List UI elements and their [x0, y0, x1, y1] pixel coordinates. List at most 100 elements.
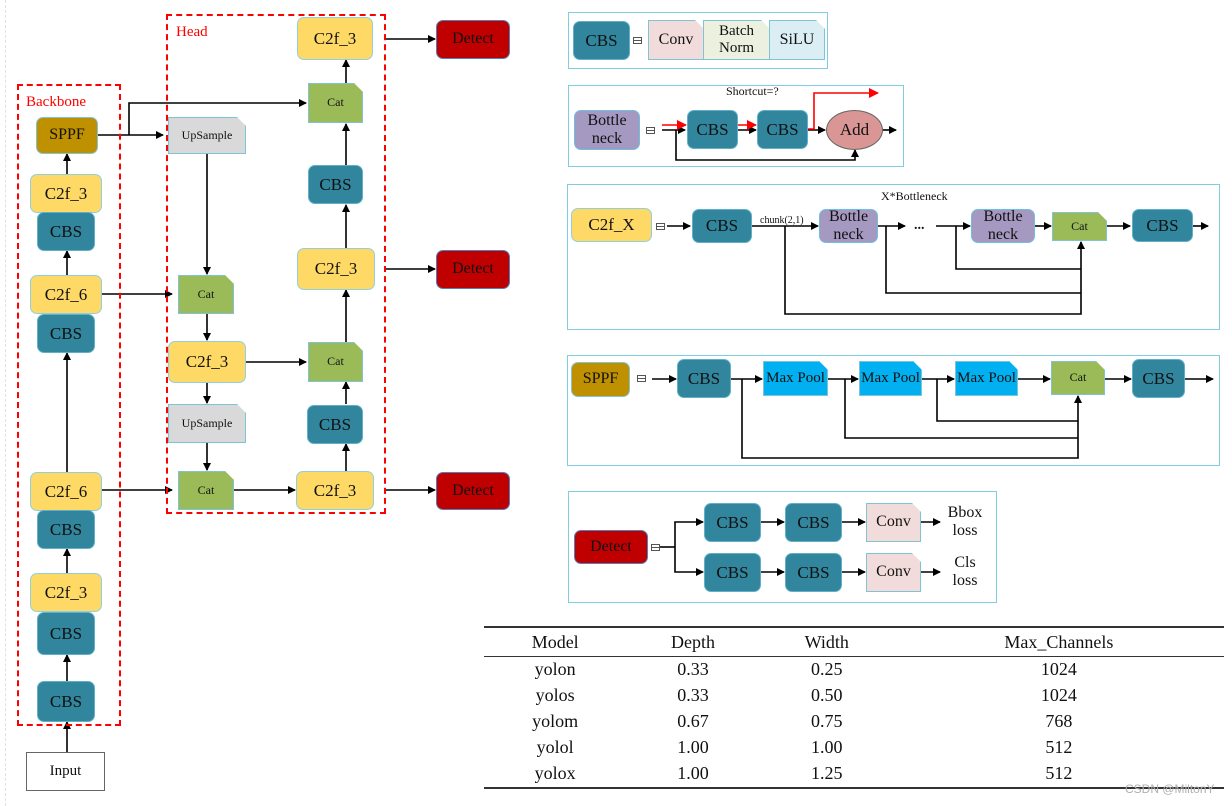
ellipsis: ... [914, 218, 925, 233]
detect-def-cbs-1a[interactable]: CBS [704, 503, 761, 542]
backbone-c2f-3-top[interactable]: C2f_3 [30, 174, 102, 213]
detect-def-name[interactable]: Detect [574, 530, 648, 564]
bottleneck-def-cbs-2[interactable]: CBS [757, 110, 808, 149]
c2f-def-bottleneck-1[interactable]: Bottle neck [819, 208, 878, 243]
cbs-def-batchnorm[interactable]: Batch Norm [703, 20, 770, 60]
head-label: Head [176, 24, 208, 40]
table-row: yolon 0.33 0.25 1024 [484, 657, 1224, 684]
c2f-def-cat[interactable]: Cat [1052, 212, 1107, 241]
cell-depth: 0.33 [677, 659, 709, 679]
head-cat-3[interactable]: Cat [308, 342, 363, 382]
sppf-def-maxpool-3[interactable]: Max Pool [955, 361, 1018, 396]
cbs-def-name[interactable]: CBS [573, 21, 630, 60]
x-bottleneck-caption: X*Bottleneck [881, 189, 948, 203]
table-header-row: Model Depth Width Max_Channels [484, 626, 1224, 657]
cbs-def-conv[interactable]: Conv [648, 20, 704, 60]
sppf-def-cbs-out[interactable]: CBS [1132, 359, 1185, 398]
backbone-cbs[interactable]: CBS [37, 314, 95, 353]
c2f-def-bottleneck-n[interactable]: Bottle neck [971, 208, 1035, 243]
equivalence-icon [637, 375, 646, 382]
head-c2f-3-p4[interactable]: C2f_3 [297, 248, 375, 290]
column-header-max-channels: Max_Channels [893, 626, 1224, 657]
detect-def-cbs-1b[interactable]: CBS [785, 503, 842, 542]
backbone-label: Backbone [26, 94, 86, 110]
backbone-c2f-6-upper[interactable]: C2f_6 [30, 275, 102, 314]
detect-p4[interactable]: Detect [436, 250, 510, 289]
cell-depth: 0.33 [677, 685, 709, 705]
chunk-label: chunk(2,1) [760, 215, 804, 226]
cell-width: 0.75 [810, 711, 843, 731]
cell-width: 1.25 [759, 761, 894, 789]
detect-p5[interactable]: Detect [436, 20, 510, 59]
detect-def-conv-2[interactable]: Conv [866, 553, 921, 592]
head-cbs-down-2[interactable]: CBS [308, 165, 363, 204]
detect-def-conv-1[interactable]: Conv [866, 503, 921, 542]
backbone-sppf[interactable]: SPPF [36, 117, 98, 154]
yolov8-architecture-diagram: Backbone SPPF C2f_3 CBS C2f_6 CBS C2f_6 … [0, 0, 1232, 806]
head-cat-2[interactable]: Cat [178, 471, 234, 510]
cell-model: yolom [532, 711, 579, 731]
cell-model: yolos [535, 685, 575, 705]
cell-depth: 1.00 [677, 737, 709, 757]
sppf-def-maxpool-2[interactable]: Max Pool [859, 361, 922, 396]
head-c2f-3-a[interactable]: C2f_3 [168, 341, 246, 383]
detect-def-cbs-2b[interactable]: CBS [785, 553, 842, 592]
cbs-def-silu[interactable]: SiLU [769, 20, 825, 60]
head-cbs-down-1[interactable]: CBS [307, 405, 363, 444]
backbone-cbs-stem[interactable]: CBS [37, 681, 95, 722]
cell-depth: 0.67 [677, 711, 709, 731]
column-header-width: Width [759, 626, 894, 657]
equivalence-icon [656, 223, 665, 230]
column-header-depth: Depth [626, 626, 760, 657]
cell-model: yolox [484, 761, 627, 789]
cell-max-channels: 768 [1045, 711, 1073, 731]
backbone-c2f-3-bottom[interactable]: C2f_3 [30, 573, 102, 612]
detect-def-cbs-2a[interactable]: CBS [704, 553, 761, 592]
sppf-def-cat[interactable]: Cat [1051, 361, 1105, 395]
head-c2f-3-p5[interactable]: C2f_3 [297, 17, 373, 60]
detect-p3[interactable]: Detect [436, 472, 510, 510]
cell-width: 0.25 [810, 659, 843, 679]
head-cat-1[interactable]: Cat [178, 275, 234, 314]
equivalence-icon [633, 37, 642, 44]
column-header-model: Model [484, 626, 627, 657]
bbox-loss-label: Bbox loss [947, 503, 983, 539]
equivalence-icon [651, 544, 660, 551]
c2f-def-name[interactable]: C2f_X [571, 208, 652, 242]
model-scaling-table: Model Depth Width Max_Channels yolon 0.3… [484, 626, 1224, 789]
c2f-def-cbs-out[interactable]: CBS [1132, 209, 1193, 242]
bottleneck-def-cbs-1[interactable]: CBS [687, 110, 738, 149]
table-row: yolox 1.00 1.25 512 [484, 761, 1224, 789]
head-upsample-1[interactable]: UpSample [168, 117, 246, 154]
cell-model: yolol [536, 737, 574, 757]
head-cat-4[interactable]: Cat [308, 83, 363, 123]
sppf-def-cbs-in[interactable]: CBS [677, 359, 731, 398]
equivalence-icon [646, 127, 655, 134]
backbone-cbs[interactable]: CBS [37, 510, 95, 549]
table-row: yolom 0.67 0.75 768 [484, 709, 1224, 735]
backbone-cbs[interactable]: CBS [37, 212, 95, 251]
sppf-def-name[interactable]: SPPF [571, 362, 630, 397]
head-upsample-2[interactable]: UpSample [168, 404, 246, 443]
c2f-def-cbs-in[interactable]: CBS [692, 209, 752, 243]
cell-max-channels: 1024 [1040, 659, 1077, 679]
bottleneck-def-name[interactable]: Bottle neck [574, 110, 640, 150]
head-c2f-3-p3[interactable]: C2f_3 [296, 471, 374, 510]
c2f-definition-panel [567, 184, 1220, 330]
backbone-cbs[interactable]: CBS [37, 612, 95, 655]
input-node[interactable]: Input [26, 752, 105, 791]
table-row: yolos 0.33 0.50 1024 [484, 683, 1224, 709]
sppf-def-maxpool-1[interactable]: Max Pool [763, 361, 828, 396]
backbone-c2f-6-lower[interactable]: C2f_6 [30, 472, 102, 511]
cls-loss-label: Cls loss [952, 553, 978, 589]
bottleneck-def-add[interactable]: Add [826, 110, 883, 150]
cell-depth: 1.00 [626, 761, 760, 789]
watermark: CSDN @MiltonY [1125, 782, 1215, 796]
cell-max-channels: 1024 [1040, 685, 1077, 705]
cell-width: 0.50 [810, 685, 843, 705]
cell-max-channels: 512 [1045, 737, 1073, 757]
table-row: yolol 1.00 1.00 512 [484, 735, 1224, 761]
cell-model: yolon [534, 659, 576, 679]
cell-width: 1.00 [810, 737, 843, 757]
shortcut-caption: Shortcut=? [726, 84, 779, 98]
